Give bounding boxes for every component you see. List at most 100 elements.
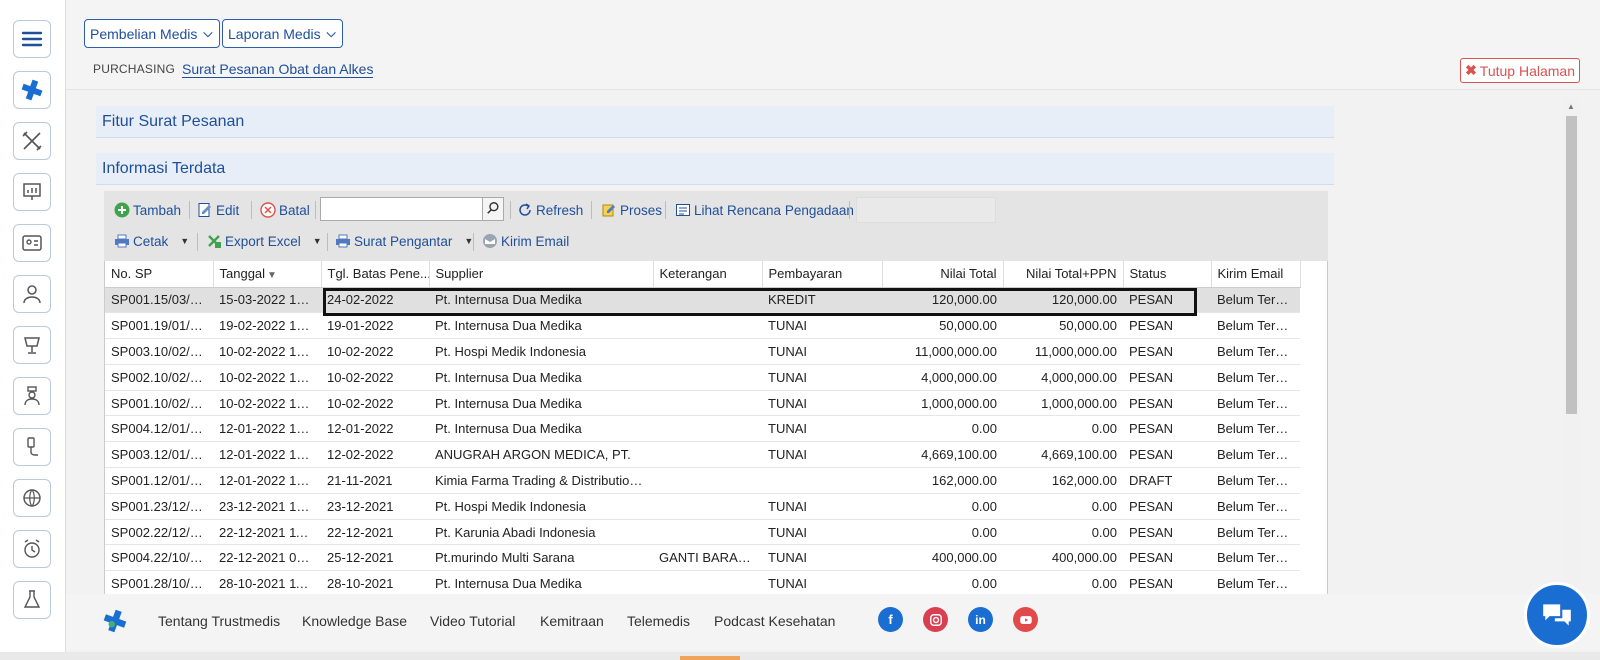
toolbar-divider	[197, 233, 198, 251]
lab-flask-icon[interactable]	[13, 581, 51, 619]
lihat-rencana-pengadaan-button[interactable]: Lihat Rencana Pengadaan	[675, 199, 854, 221]
toolbar-divider	[327, 233, 328, 251]
surat-pengantar-button[interactable]: Surat Pengantar ▼	[335, 230, 473, 252]
proses-button[interactable]: Proses	[601, 199, 662, 221]
kirim-email-button[interactable]: Kirim Email	[482, 230, 569, 252]
table-cell	[653, 519, 762, 546]
column-header-pembayaran[interactable]: Pembayaran	[762, 261, 883, 288]
laporan-medis-dropdown[interactable]: Laporan Medis ⌵	[222, 19, 343, 48]
footer-link-video-tutorial[interactable]: Video Tutorial	[430, 613, 515, 629]
table-row[interactable]: SP004.12/01/2... 12-01-2022 16:... 12-01-2…	[105, 415, 1300, 443]
footer-link-kemitraan[interactable]: Kemitraan	[540, 613, 604, 629]
hamburger-menu-icon[interactable]	[13, 20, 51, 58]
youtube-icon[interactable]	[1013, 607, 1038, 632]
table-cell: 10-02-2022 15:...	[213, 338, 321, 365]
table-row[interactable]: SP004.22/10/2... 22-12-2021 09:... 25-12-2…	[105, 544, 1300, 572]
trustmedis-logo-icon[interactable]	[13, 71, 51, 109]
table-row[interactable]: SP001.12/01/2... 12-01-2022 13:... 21-11-2…	[105, 467, 1300, 494]
table-cell: 19-02-2022 14:...	[213, 312, 321, 340]
cetak-button[interactable]: Cetak ▼	[114, 230, 189, 252]
scrollbar-thumb[interactable]	[1566, 116, 1577, 414]
column-header-no-sp[interactable]: No. SP	[105, 261, 214, 288]
table-row[interactable]: SP003.12/01/2... 12-01-2022 15:... 12-02-2…	[105, 441, 1300, 469]
sidebar	[0, 0, 66, 660]
table-row[interactable]: SP001.10/02/2... 10-02-2022 14:... 10-02-2…	[105, 390, 1300, 417]
alarm-clock-icon[interactable]	[13, 530, 51, 568]
nurse-icon[interactable]	[13, 377, 51, 415]
pembelian-medis-dropdown[interactable]: Pembelian Medis ⌵	[84, 19, 220, 48]
table-row[interactable]: SP001.23/12/2... 23-12-2021 13:... 23-12-2…	[105, 493, 1300, 520]
table-row[interactable]: SP002.10/02/2... 10-02-2022 15:... 10-02-2…	[105, 364, 1300, 391]
id-card-icon[interactable]	[13, 224, 51, 262]
search-input[interactable]	[320, 197, 485, 221]
facebook-icon[interactable]: f	[878, 607, 903, 632]
table-cell: SP004.22/10/2...	[105, 544, 213, 572]
footer-link-knowledge-base[interactable]: Knowledge Base	[302, 613, 407, 629]
column-header-supplier[interactable]: Supplier	[429, 261, 654, 288]
footer-link-podcast[interactable]: Podcast Kesehatan	[714, 613, 835, 629]
scroll-up-arrow-icon[interactable]: ▲	[1567, 102, 1575, 111]
table-cell: TUNAI	[762, 390, 882, 417]
panel-fitur-title: Fitur Surat Pesanan	[102, 112, 245, 130]
refresh-button[interactable]: Refresh	[517, 199, 583, 221]
instagram-icon[interactable]	[923, 607, 948, 632]
breadcrumb-page-link[interactable]: Surat Pesanan Obat dan Alkes	[182, 61, 374, 78]
column-header-status[interactable]: Status	[1123, 261, 1212, 288]
table-cell: 0.00	[882, 519, 1003, 546]
table-cell: TUNAI	[762, 570, 882, 594]
column-header-tanggal-label: Tanggal	[219, 266, 266, 282]
panel-fitur-header[interactable]: Fitur Surat Pesanan	[96, 106, 1334, 138]
cancel-circle-icon	[260, 202, 276, 218]
edit-label: Edit	[216, 202, 240, 218]
tambah-button[interactable]: Tambah	[114, 199, 181, 221]
column-header-keterangan[interactable]: Keterangan	[653, 261, 763, 288]
table-cell: Pt. Internusa Dua Medika	[429, 287, 653, 314]
batal-button[interactable]: Batal	[260, 199, 310, 221]
footer-link-telemedis[interactable]: Telemedis	[627, 613, 690, 629]
table-row[interactable]: SP003.10/02/2... 10-02-2022 15:... 10-02-2…	[105, 338, 1300, 365]
column-header-tgl-batas[interactable]: Tgl. Batas Pene...	[321, 261, 430, 288]
table-row[interactable]: SP001.19/01/2... 19-02-2022 14:... 19-01-2…	[105, 312, 1300, 340]
table-cell: PESAN	[1123, 338, 1211, 365]
close-page-button[interactable]: ✖ Tutup Halaman	[1460, 58, 1580, 83]
table-header-row: No. SP Tanggal ▼ Tgl. Batas Pene... Suppl…	[105, 261, 1301, 288]
pharmacy-icon[interactable]	[13, 326, 51, 364]
chat-support-button[interactable]	[1524, 582, 1590, 648]
page-scrollbar[interactable]: ▲	[1563, 98, 1580, 588]
lihat-rencana-label: Lihat Rencana Pengadaan	[694, 202, 854, 218]
presentation-chart-icon[interactable]	[13, 173, 51, 211]
table-cell: PESAN	[1123, 364, 1211, 391]
table-cell: SP002.22/12/2...	[105, 519, 213, 546]
add-circle-icon	[114, 202, 130, 218]
table-cell: SP001.12/01/2...	[105, 467, 213, 494]
bottom-strip-marker	[680, 656, 740, 660]
tools-icon[interactable]	[13, 122, 51, 160]
panel-informasi-title: Informasi Terdata	[102, 159, 226, 177]
toolbar-divider	[251, 201, 252, 219]
infusion-icon[interactable]	[13, 428, 51, 466]
table-row[interactable]: SP001.15/03/2... 15-03-2022 13:... 24-02-2…	[105, 287, 1300, 314]
table-cell: SP001.10/02/2...	[105, 390, 213, 417]
proses-label: Proses	[620, 202, 663, 218]
table-cell: 120,000.00	[1003, 287, 1123, 314]
column-header-kirim-email[interactable]: Kirim Email	[1211, 261, 1301, 288]
sort-descending-icon: ▼	[267, 270, 277, 282]
table-cell	[762, 467, 882, 494]
edit-button[interactable]: Edit	[197, 199, 239, 221]
table-cell: Belum Terki...	[1211, 415, 1300, 443]
table-row[interactable]: SP001.28/10/2... 28-10-2021 11:... 28-10-2…	[105, 570, 1300, 594]
footer-link-tentang[interactable]: Tentang Trustmedis	[158, 613, 280, 629]
search-button[interactable]	[482, 197, 504, 221]
globe-icon[interactable]	[13, 479, 51, 517]
surat-pesanan-table: No. SP Tanggal ▼ Tgl. Batas Pene... Suppl…	[105, 261, 1301, 594]
linkedin-icon[interactable]: in	[968, 607, 993, 632]
column-header-nilai-total-ppn[interactable]: Nilai Total+PPN	[1003, 261, 1124, 288]
close-icon: ✖	[1465, 62, 1477, 78]
toolbar-divider	[315, 201, 316, 219]
column-header-nilai-total[interactable]: Nilai Total	[882, 261, 1004, 288]
panel-informasi-header[interactable]: Informasi Terdata	[96, 153, 1334, 185]
export-excel-button[interactable]: Export Excel ▼	[206, 230, 322, 252]
table-row[interactable]: SP002.22/12/2... 22-12-2021 11:... 22-12-2…	[105, 519, 1300, 546]
column-header-tanggal[interactable]: Tanggal ▼	[213, 261, 322, 288]
doctor-icon[interactable]	[13, 275, 51, 313]
